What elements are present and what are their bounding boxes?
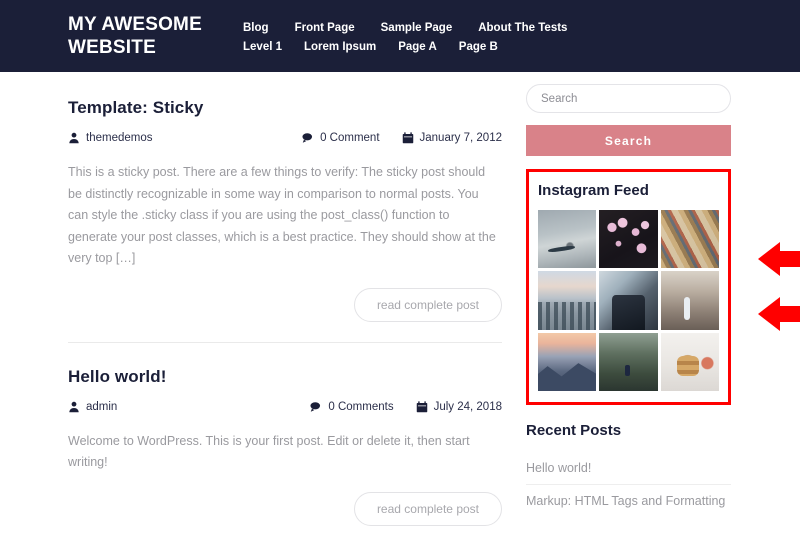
nav-item-level-1[interactable]: Level 1 (243, 41, 282, 53)
instagram-item-station[interactable] (599, 271, 658, 330)
site-title[interactable]: MY AWESOME WEBSITE (68, 13, 243, 59)
instagram-item-forest[interactable] (599, 332, 658, 391)
page-body: Template: Sticky themedemos 0 Comment Ja… (0, 72, 800, 545)
post-date[interactable]: January 7, 2012 (402, 132, 502, 144)
sidebar: Search Instagram Feed Recent Posts Hello… (526, 72, 800, 517)
comment-icon (310, 401, 322, 413)
post-excerpt: This is a sticky post. There are a few t… (68, 165, 496, 265)
main-content: Template: Sticky themedemos 0 Comment Ja… (68, 72, 502, 545)
nav-item-page-b[interactable]: Page B (459, 41, 498, 53)
instagram-item-pancakes[interactable] (660, 332, 719, 391)
nav-item-lorem-ipsum[interactable]: Lorem Ipsum (304, 41, 376, 53)
instagram-feed-widget: Instagram Feed (526, 169, 731, 405)
post-meta: themedemos 0 Comment January 7, 2012 (68, 132, 502, 144)
read-complete-post-button[interactable]: read complete post (353, 491, 502, 526)
post-comments[interactable]: 0 Comments (310, 400, 394, 413)
nav-row-secondary: Level 1 Lorem Ipsum Page A Page B (243, 41, 593, 53)
post-meta-right: 0 Comment January 7, 2012 (302, 132, 502, 144)
annotation-arrow-left-lower (758, 297, 800, 331)
recent-posts-list: Hello world! Markup: HTML Tags and Forma… (526, 452, 731, 517)
post-comments-label: 0 Comment (320, 132, 380, 144)
instagram-feed-title: Instagram Feed (538, 182, 649, 199)
post-date[interactable]: July 24, 2018 (416, 401, 502, 413)
post-meta-right: 0 Comments July 24, 2018 (310, 401, 502, 413)
instagram-item-mountain[interactable] (538, 332, 597, 391)
post-date-label: July 24, 2018 (433, 400, 502, 413)
post-date-label: January 7, 2012 (419, 132, 502, 144)
instagram-item-brushes[interactable] (660, 210, 719, 269)
instagram-item-street[interactable] (660, 271, 719, 330)
post-comments[interactable]: 0 Comment (302, 132, 380, 144)
instagram-item-surfer[interactable] (538, 210, 597, 269)
instagram-item-city[interactable] (538, 271, 597, 330)
search-input[interactable] (526, 84, 731, 113)
post-title[interactable]: Template: Sticky (68, 98, 502, 118)
user-icon (68, 132, 80, 144)
nav-item-blog[interactable]: Blog (243, 22, 269, 34)
calendar-icon (402, 132, 414, 144)
post-author[interactable]: admin (68, 401, 117, 413)
read-complete-post-button[interactable]: read complete post (353, 287, 502, 322)
post-comments-label: 0 Comments (328, 400, 394, 413)
post-title[interactable]: Hello world! (68, 367, 502, 387)
post-author[interactable]: themedemos (68, 132, 152, 144)
user-icon (68, 401, 80, 413)
instagram-item-blossoms[interactable] (599, 210, 658, 269)
recent-post-item[interactable]: Markup: HTML Tags and Formatting (526, 483, 731, 517)
search-button[interactable]: Search (526, 125, 731, 156)
post-meta: admin 0 Comments July 24, 2018 (68, 401, 502, 413)
nav-item-page-a[interactable]: Page A (398, 41, 437, 53)
post-excerpt: Welcome to WordPress. This is your first… (68, 433, 470, 470)
calendar-icon (416, 400, 428, 413)
nav-item-about-the-tests[interactable]: About The Tests (478, 22, 567, 34)
post-author-label: admin (86, 400, 118, 413)
instagram-grid (538, 210, 719, 391)
post-author-label: themedemos (86, 132, 153, 144)
nav-row-primary: Blog Front Page Sample Page About The Te… (243, 22, 593, 34)
nav-item-front-page[interactable]: Front Page (295, 22, 355, 34)
recent-posts-widget: Recent Posts Hello world! Markup: HTML T… (526, 422, 731, 517)
comment-icon (302, 132, 314, 144)
read-more-row: read complete post (68, 287, 502, 322)
read-more-row: read complete post (68, 491, 502, 526)
site-header: MY AWESOME WEBSITE Blog Front Page Sampl… (0, 0, 800, 72)
post-article: Hello world! admin 0 Comments July 24, 2… (68, 341, 502, 545)
post-article: Template: Sticky themedemos 0 Comment Ja… (68, 98, 502, 342)
nav-item-sample-page[interactable]: Sample Page (381, 22, 453, 34)
recent-post-item[interactable]: Hello world! (526, 452, 731, 484)
primary-navigation: Blog Front Page Sample Page About The Te… (243, 20, 593, 53)
annotation-arrow-left-upper (758, 242, 800, 276)
recent-posts-title: Recent Posts (526, 421, 622, 439)
